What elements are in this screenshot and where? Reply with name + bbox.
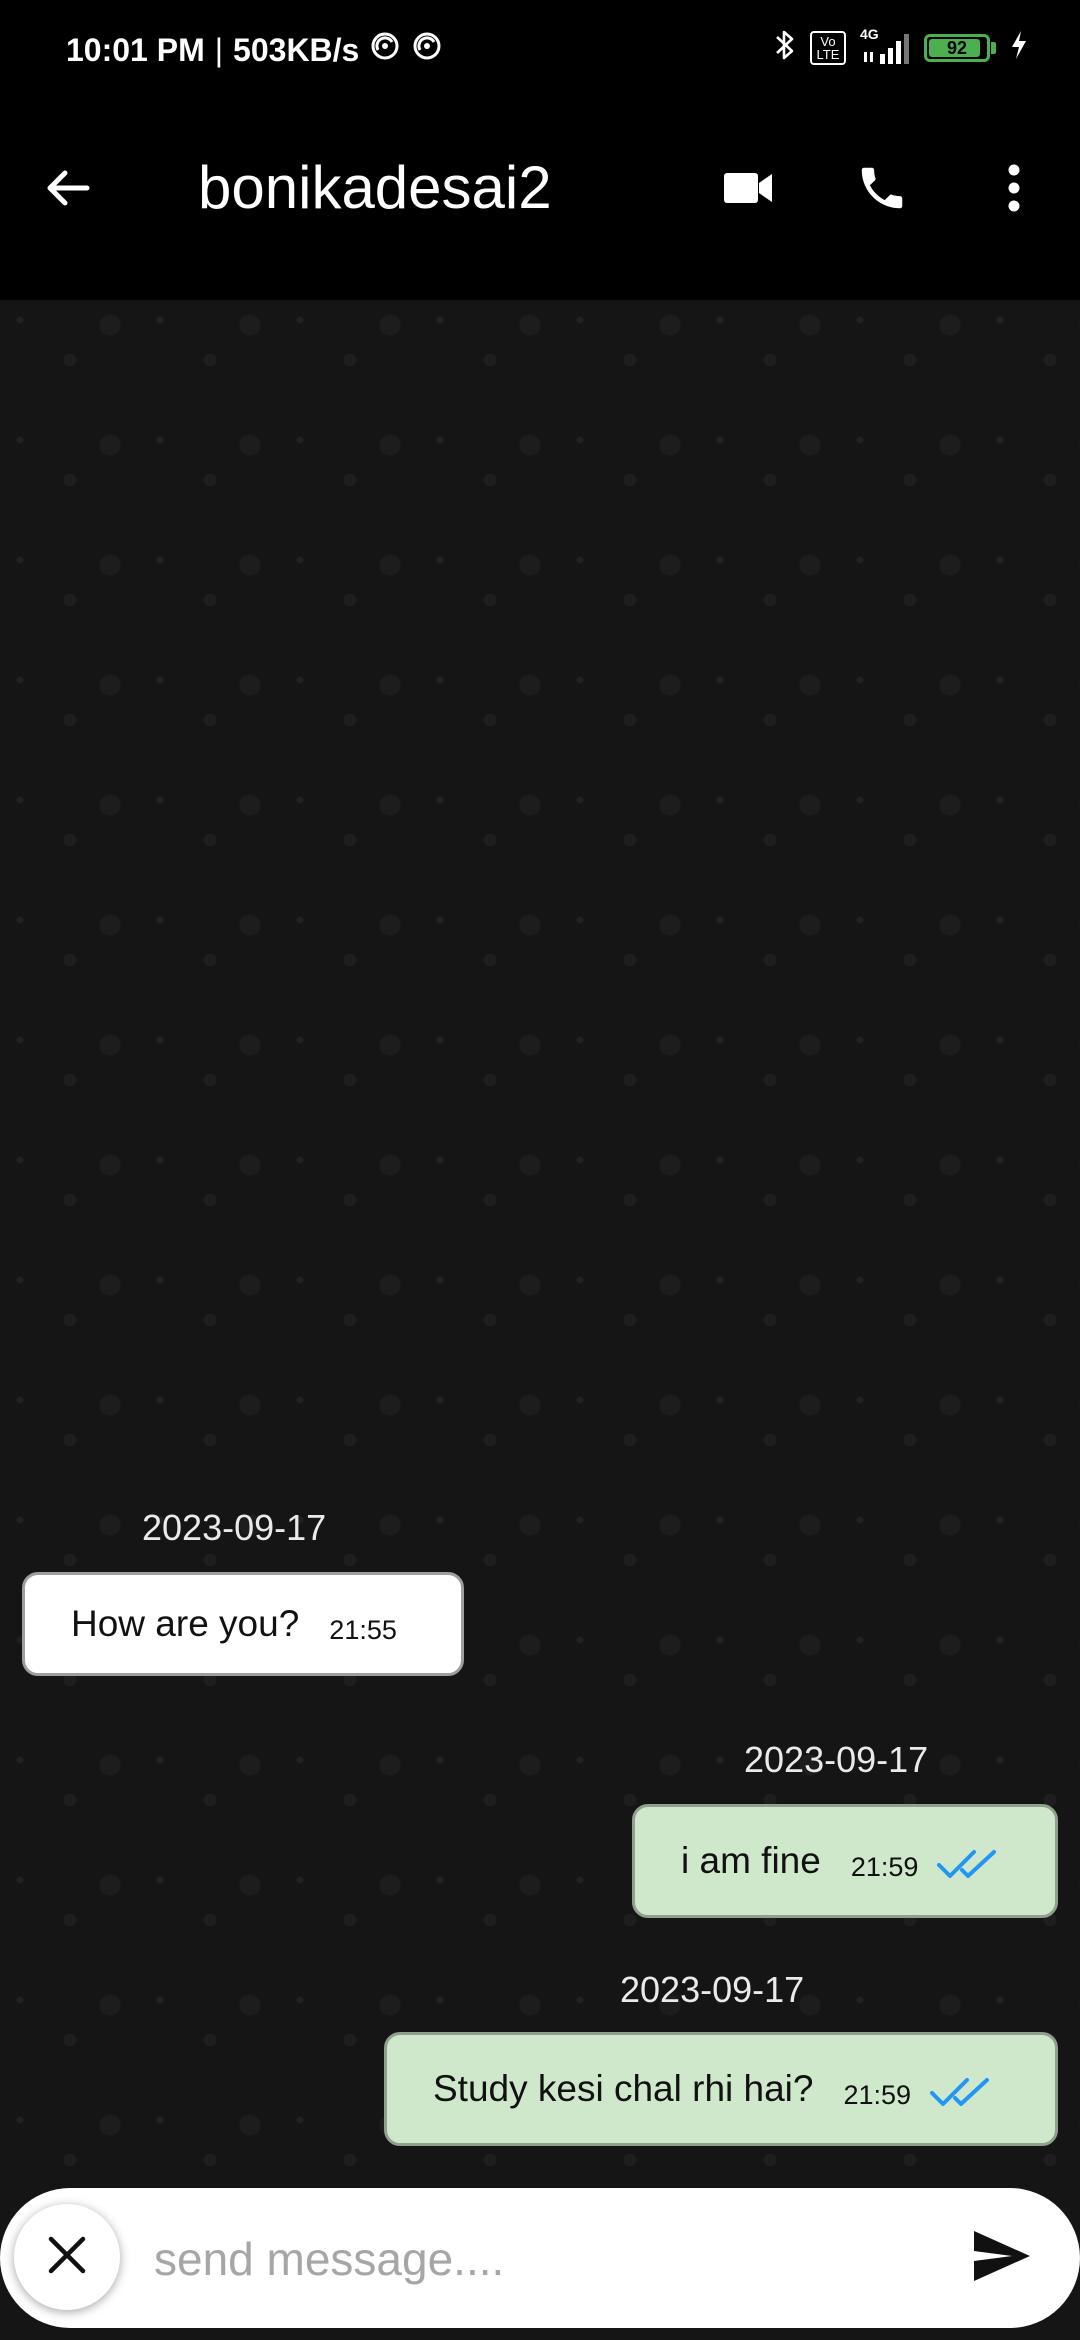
message-text: Study kesi chal rhi hai? <box>433 2068 814 2109</box>
dnd-icon <box>369 30 401 70</box>
status-right: Vo LTE 4G 92 <box>774 26 1028 67</box>
message-composer <box>0 2188 1080 2328</box>
voice-call-button[interactable] <box>842 150 922 230</box>
send-button[interactable] <box>960 2216 1044 2300</box>
close-icon <box>45 2233 89 2282</box>
outgoing-message-bubble[interactable]: Study kesi chal rhi hai? 21:59 <box>384 2032 1058 2146</box>
status-time: 10:01 PM <box>66 31 205 68</box>
chat-area[interactable]: 2023-09-17 How are you? 21:55 2023-09-17… <box>0 300 1080 2340</box>
message-time: 21:59 <box>843 2080 912 2110</box>
message-time: 21:59 <box>850 1852 919 1882</box>
charging-icon <box>1010 29 1028 66</box>
status-separator: | <box>214 31 224 68</box>
more-vertical-icon <box>1007 163 1021 218</box>
read-receipt-icon <box>936 1847 1000 1881</box>
video-call-button[interactable] <box>708 150 788 230</box>
message-text: i am fine <box>681 1840 821 1881</box>
message-time: 21:55 <box>329 1615 397 1645</box>
message-date: 2023-09-17 <box>620 1969 805 2010</box>
message-date: 2023-09-17 <box>142 1507 327 1548</box>
back-button[interactable] <box>28 150 108 230</box>
clear-button[interactable] <box>14 2204 120 2310</box>
chat-screen: 10:01 PM | 503KB/s Vo LTE 4G 92 bonikade… <box>0 0 1080 2340</box>
message-input[interactable] <box>152 2218 936 2300</box>
signal-icon: 4G <box>860 26 910 66</box>
battery-icon: 92 <box>924 33 996 62</box>
vpn-icon <box>411 30 443 70</box>
network-speed: 503KB/s <box>233 31 360 68</box>
phone-icon <box>855 161 909 220</box>
contact-name[interactable]: bonikadesai2 <box>198 152 552 224</box>
outgoing-message-bubble[interactable]: i am fine 21:59 <box>632 1804 1058 1918</box>
bluetooth-icon <box>774 28 796 67</box>
volte-icon: Vo LTE <box>810 30 846 65</box>
battery-level: 92 <box>946 37 968 58</box>
back-arrow-icon <box>43 163 93 218</box>
chat-header: bonikadesai2 <box>0 100 1080 300</box>
status-bar: 10:01 PM | 503KB/s Vo LTE 4G 92 <box>0 0 1080 100</box>
more-options-button[interactable] <box>974 150 1054 230</box>
incoming-message-bubble[interactable]: How are you? 21:55 <box>22 1572 464 1676</box>
send-icon <box>972 2229 1032 2288</box>
message-date: 2023-09-17 <box>744 1739 929 1780</box>
video-call-icon <box>722 170 774 211</box>
read-receipt-icon <box>929 2075 993 2109</box>
status-left: 10:01 PM | 503KB/s <box>66 30 443 70</box>
message-text: How are you? <box>71 1603 300 1644</box>
